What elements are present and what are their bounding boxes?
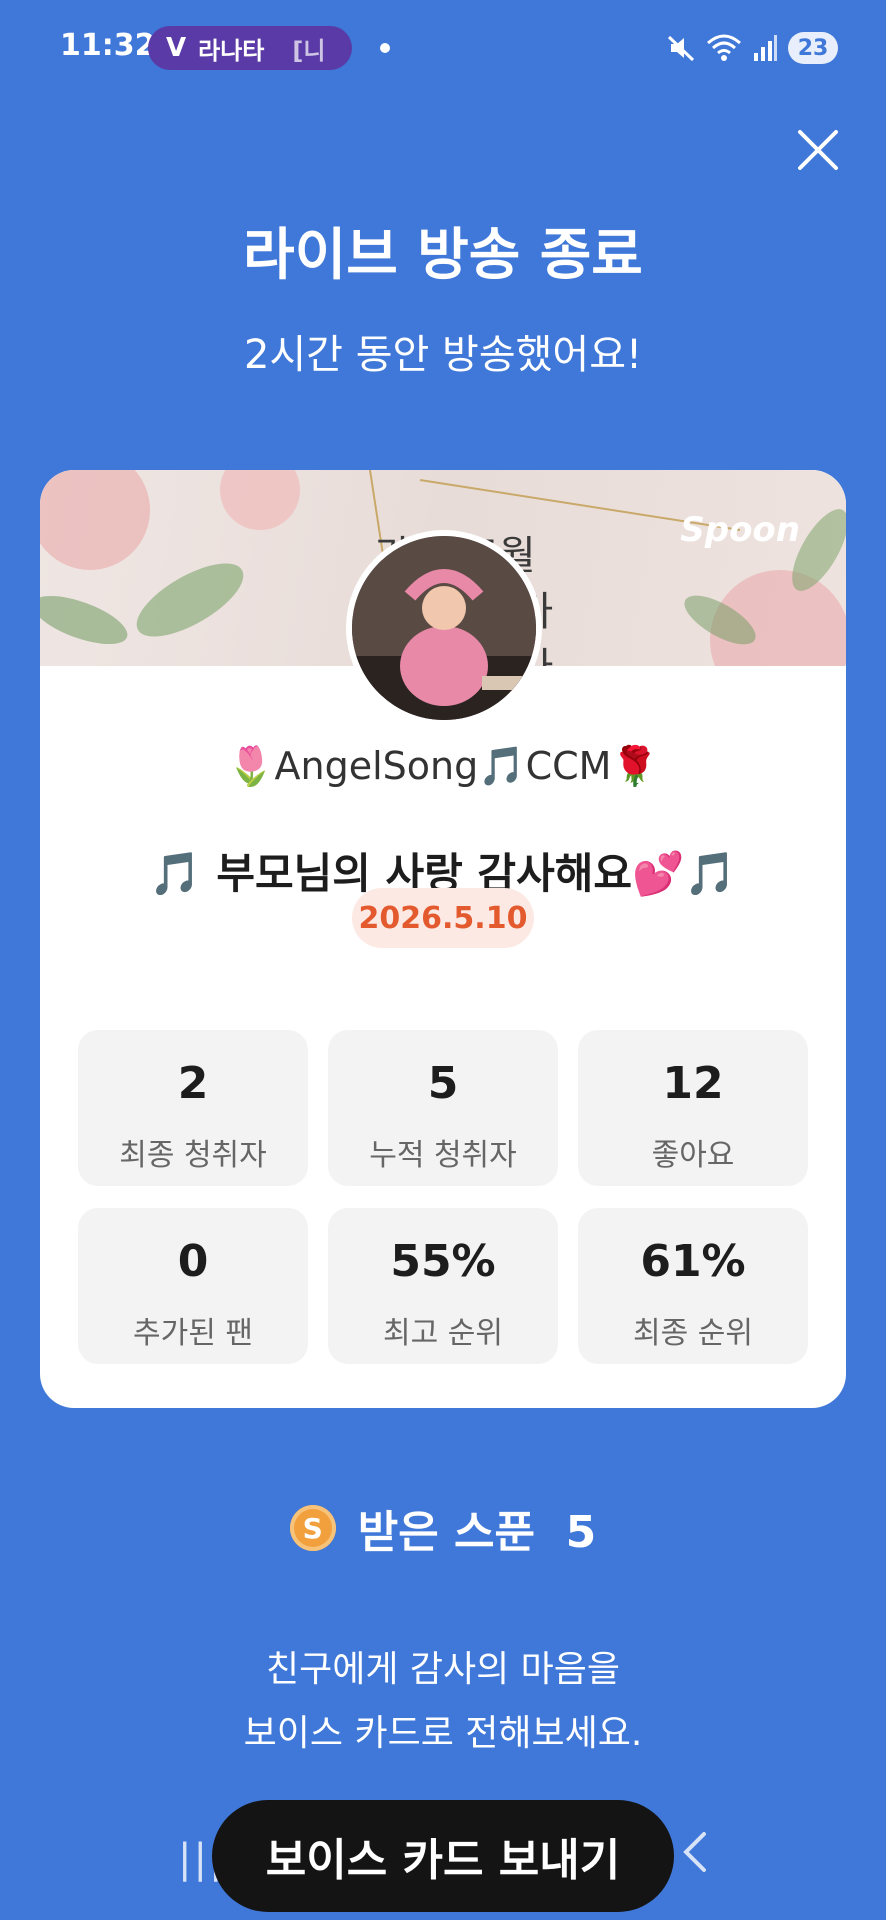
page-subtitle: 2시간 동안 방송했어요!	[243, 332, 643, 378]
stat-value: 55%	[390, 1236, 496, 1287]
pill-text: 라나타	[198, 36, 265, 65]
status-notification-pill[interactable]: V 라나타 [니	[148, 26, 352, 70]
stat-label: 최종 순위	[633, 1316, 753, 1351]
avatar	[346, 530, 542, 726]
stat-value: 61%	[640, 1236, 746, 1287]
stat-value: 12	[662, 1058, 724, 1109]
date-badge: 2026.5.10	[352, 888, 534, 948]
close-icon[interactable]	[794, 126, 842, 174]
received-spoons-text: 받은 스푼 5	[357, 1507, 597, 1558]
stat-label: 최고 순위	[383, 1316, 503, 1351]
stat-label: 추가된 팬	[133, 1316, 253, 1351]
message-line-2: 보이스 카드로 전해보세요.	[243, 1713, 643, 1754]
status-icons: 23	[666, 26, 838, 70]
nav-back-icon[interactable]	[680, 1830, 710, 1874]
status-time: 11:32	[60, 28, 156, 63]
stat-best-rank: 55% 최고 순위	[328, 1208, 558, 1364]
stat-total-listeners: 5 누적 청취자	[328, 1030, 558, 1186]
stat-value: 2	[177, 1058, 209, 1109]
notification-dot-icon	[380, 43, 390, 53]
dj-nickname: 🌷AngelSong🎵CCM🌹	[227, 744, 659, 788]
stat-final-listeners: 2 최종 청취자	[78, 1030, 308, 1186]
stat-value: 5	[427, 1058, 459, 1109]
received-spoons: S 받은 스푼 5	[0, 1496, 886, 1560]
pill-extra: [니	[292, 36, 326, 65]
avatar-photo	[352, 536, 536, 720]
page-title: 라이브 방송 종료	[243, 223, 643, 288]
stat-likes: 12 좋아요	[578, 1030, 808, 1186]
stat-label: 최종 청취자	[119, 1138, 267, 1173]
battery-icon: 23	[788, 32, 838, 64]
broadcast-summary-card: 가 당 5월 가장 감사가 넘쳐 합니다 Spoon 🌷AngelSong🎵CC…	[40, 470, 846, 1408]
stat-label: 좋아요	[651, 1138, 735, 1173]
app-v-icon: V	[166, 33, 187, 63]
stat-new-fans: 0 추가된 팬	[78, 1208, 308, 1364]
stat-label: 누적 청취자	[369, 1138, 517, 1173]
mute-icon	[667, 35, 695, 62]
spoon-logo: Spoon	[680, 510, 800, 550]
wifi-icon	[707, 34, 741, 61]
send-voice-card-button[interactable]: 보이스 카드 보내기	[212, 1800, 674, 1912]
message-line-1: 친구에게 감사의 마음을	[265, 1649, 621, 1690]
signal-icon	[754, 35, 777, 61]
stat-value: 0	[177, 1236, 209, 1287]
spoon-coin-icon: S	[289, 1505, 336, 1551]
stat-final-rank: 61% 최종 순위	[578, 1208, 808, 1364]
